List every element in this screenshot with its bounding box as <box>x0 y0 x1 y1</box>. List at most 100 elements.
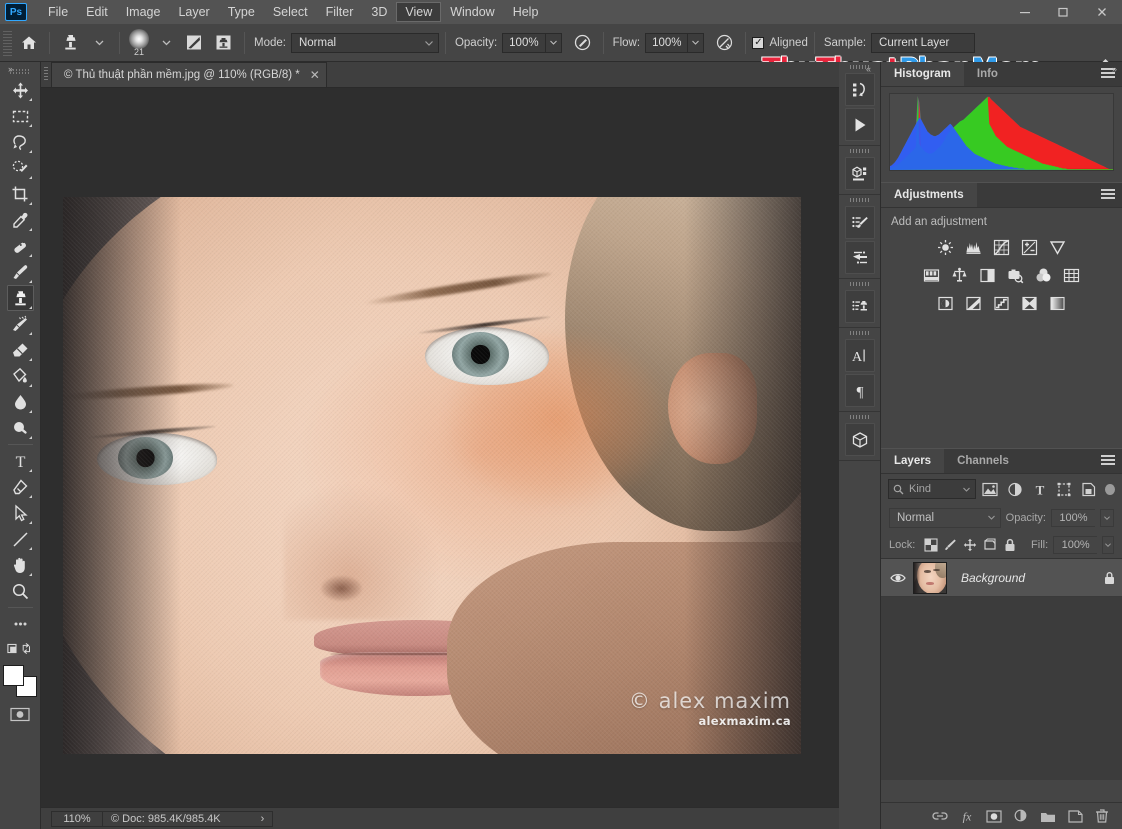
selective-color-icon[interactable] <box>1017 290 1043 316</box>
edit-toolbar-tool[interactable] <box>7 611 34 637</box>
type-tool[interactable]: T <box>7 448 34 474</box>
dodge-tool[interactable] <box>7 415 34 441</box>
document-info[interactable]: © Doc: 985.4K/985.4K › <box>103 811 273 827</box>
line-tool[interactable] <box>7 526 34 552</box>
layer-blend-mode-select[interactable]: Normal <box>889 508 1001 528</box>
spot-healing-brush-tool[interactable] <box>7 233 34 259</box>
levels-icon[interactable] <box>961 234 987 260</box>
clone-source-panel-icon[interactable] <box>845 290 875 323</box>
opacity-input[interactable]: 100% <box>502 33 544 53</box>
flow-input[interactable]: 100% <box>645 33 687 53</box>
menu-view[interactable]: View <box>396 2 441 22</box>
minimize-button[interactable] <box>1006 0 1044 24</box>
aligned-checkbox[interactable]: ✓ Aligned <box>752 37 807 49</box>
lasso-tool[interactable] <box>7 129 34 155</box>
rectangular-marquee-tool[interactable] <box>7 103 34 129</box>
menu-image[interactable]: Image <box>117 2 170 22</box>
layer-fill-chevron-icon[interactable] <box>1102 536 1114 554</box>
panel-menu-icon[interactable] <box>1101 455 1115 467</box>
history-brush-tool[interactable] <box>7 311 34 337</box>
chevron-right-icon[interactable]: › <box>261 813 265 825</box>
canvas-viewport[interactable]: © alex maxim alexmaxim.ca 110% © Doc: 98… <box>41 88 839 829</box>
sample-select[interactable]: Current Layer <box>871 33 975 53</box>
brush-panel-icon[interactable] <box>180 30 209 56</box>
character-panel-icon[interactable]: A <box>845 339 875 372</box>
layer-fill-input[interactable]: 100% <box>1053 536 1097 554</box>
layers-list[interactable]: Background <box>881 558 1122 780</box>
curves-icon[interactable] <box>989 234 1015 260</box>
menu-edit[interactable]: Edit <box>77 2 117 22</box>
3d-panel-icon[interactable] <box>845 157 875 190</box>
dock-group-grip[interactable] <box>839 279 880 288</box>
menu-layer[interactable]: Layer <box>169 2 218 22</box>
filter-type-icon[interactable]: T <box>1029 478 1050 500</box>
options-bar-grip[interactable] <box>3 30 12 56</box>
layer-visibility-eye-icon[interactable] <box>887 572 909 584</box>
move-tool[interactable] <box>7 77 34 103</box>
home-icon[interactable] <box>15 30 43 56</box>
dock-group-grip[interactable] <box>839 146 880 155</box>
filter-toggle-switch[interactable] <box>1105 484 1115 495</box>
color-swatches[interactable] <box>3 665 37 697</box>
opacity-chevron-icon[interactable] <box>545 33 562 53</box>
layer-opacity-chevron-icon[interactable] <box>1100 509 1114 527</box>
crop-tool[interactable] <box>7 181 34 207</box>
collapse-dock-icon[interactable]: « <box>866 64 870 74</box>
filter-pixel-icon[interactable] <box>980 478 1001 500</box>
layer-filter-kind-select[interactable]: Kind <box>888 479 976 499</box>
histogram-chart[interactable] <box>889 93 1114 171</box>
tab-adjustments[interactable]: Adjustments <box>881 183 977 207</box>
quick-mask-toggle[interactable] <box>7 637 34 659</box>
filter-shape-icon[interactable] <box>1054 478 1075 500</box>
blur-tool[interactable] <box>7 389 34 415</box>
dock-group-grip[interactable] <box>839 412 880 421</box>
hue-saturation-icon[interactable] <box>919 262 945 288</box>
filter-adjustment-icon[interactable] <box>1005 478 1026 500</box>
brush-presets-panel-icon[interactable] <box>845 241 875 274</box>
menu-filter[interactable]: Filter <box>317 2 363 22</box>
exposure-icon[interactable] <box>1017 234 1043 260</box>
blend-mode-select[interactable]: Normal <box>291 33 439 53</box>
lock-position-icon[interactable] <box>963 535 978 555</box>
expand-dock-icon[interactable]: » <box>1112 64 1116 74</box>
tab-layers[interactable]: Layers <box>881 449 944 473</box>
new-layer-icon[interactable] <box>1067 808 1083 824</box>
pressure-opacity-icon[interactable] <box>568 30 597 56</box>
pen-tool[interactable] <box>7 474 34 500</box>
lock-transparent-pixels-icon[interactable] <box>923 535 938 555</box>
paragraph-panel-icon[interactable]: ¶ <box>845 374 875 407</box>
layer-thumbnail[interactable] <box>913 562 947 594</box>
color-lookup-icon[interactable] <box>1059 262 1085 288</box>
toolbar-grip[interactable] <box>0 66 40 77</box>
brush-picker-chevron-icon[interactable] <box>152 30 180 56</box>
tab-histogram[interactable]: Histogram <box>881 62 964 86</box>
brush-settings-panel-icon[interactable] <box>845 206 875 239</box>
eyedropper-tool[interactable] <box>7 207 34 233</box>
hand-tool[interactable] <box>7 552 34 578</box>
layer-row-background[interactable]: Background <box>881 559 1122 597</box>
link-layers-icon[interactable] <box>932 808 948 824</box>
tab-channels[interactable]: Channels <box>944 449 1022 473</box>
quick-selection-tool[interactable] <box>7 155 34 181</box>
menu-file[interactable]: File <box>39 2 77 22</box>
dock-group-grip[interactable] <box>839 328 880 337</box>
dock-group-grip[interactable] <box>839 195 880 204</box>
foreground-color-swatch[interactable] <box>3 665 24 686</box>
panel-menu-icon[interactable] <box>1101 189 1115 201</box>
document-tab[interactable]: © Thủ thuật phần mềm.jpg @ 110% (RGB/8) … <box>51 62 327 87</box>
new-group-icon[interactable] <box>1040 808 1056 824</box>
posterize-icon[interactable] <box>961 290 987 316</box>
layer-name[interactable]: Background <box>961 571 1096 585</box>
tool-preset-chevron-icon[interactable] <box>85 30 113 56</box>
photo-filter-icon[interactable] <box>1003 262 1029 288</box>
new-adjustment-layer-icon[interactable] <box>1013 808 1029 824</box>
menu-type[interactable]: Type <box>219 2 264 22</box>
path-selection-tool[interactable] <box>7 500 34 526</box>
add-layer-mask-icon[interactable] <box>986 808 1002 824</box>
layer-opacity-input[interactable]: 100% <box>1051 509 1095 527</box>
tab-info[interactable]: Info <box>964 62 1011 86</box>
zoom-level-input[interactable]: 110% <box>51 811 103 827</box>
expand-toolbar-icon[interactable]: » <box>8 64 12 74</box>
actions-panel-icon[interactable] <box>845 108 875 141</box>
delete-layer-icon[interactable] <box>1094 808 1110 824</box>
